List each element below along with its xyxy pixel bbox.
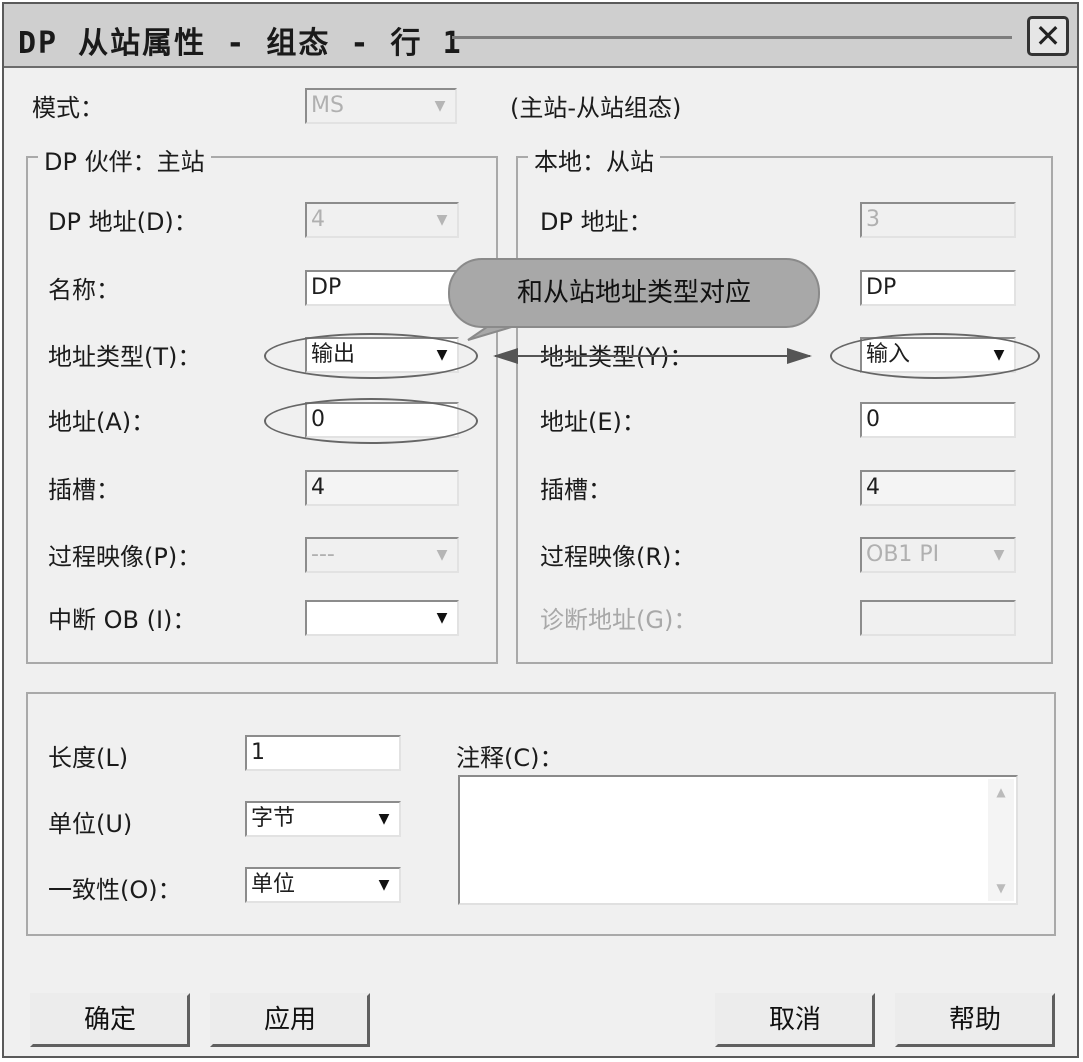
scroll-up-icon[interactable]: ▲: [990, 781, 1012, 803]
help-button[interactable]: 帮助: [895, 993, 1055, 1047]
apply-button[interactable]: 应用: [210, 993, 370, 1047]
consistency-value: 单位: [251, 872, 296, 897]
callout-text: 和从站地址类型对应: [516, 278, 751, 308]
comment-label: 注释(C)：: [456, 744, 564, 772]
consistency-select[interactable]: 单位 ▼: [245, 867, 401, 903]
comment-textarea[interactable]: ▲ ▼: [458, 775, 1018, 905]
arrow-left-head: [493, 348, 518, 364]
chevron-down-icon[interactable]: ▼: [371, 871, 397, 899]
cancel-button-label: 取消: [768, 1005, 821, 1035]
annotation-callout: 和从站地址类型对应: [448, 258, 820, 328]
help-button-label: 帮助: [948, 1005, 1001, 1035]
length-field[interactable]: 1: [245, 735, 401, 771]
unit-label: 单位(U): [48, 810, 133, 838]
ok-button[interactable]: 确定: [30, 993, 190, 1047]
scroll-down-icon[interactable]: ▼: [990, 877, 1012, 899]
comment-scrollbar[interactable]: ▲ ▼: [988, 779, 1014, 901]
arrow-right-head: [787, 348, 812, 364]
length-label: 长度(L): [48, 744, 129, 772]
consistency-label: 一致性(O)：: [48, 876, 182, 904]
length-value: 1: [251, 740, 265, 765]
cancel-button[interactable]: 取消: [715, 993, 875, 1047]
ok-button-label: 确定: [83, 1005, 136, 1035]
apply-button-label: 应用: [263, 1005, 316, 1035]
chevron-down-icon[interactable]: ▼: [371, 805, 397, 833]
unit-select[interactable]: 字节 ▼: [245, 801, 401, 837]
unit-value: 字节: [251, 806, 296, 831]
